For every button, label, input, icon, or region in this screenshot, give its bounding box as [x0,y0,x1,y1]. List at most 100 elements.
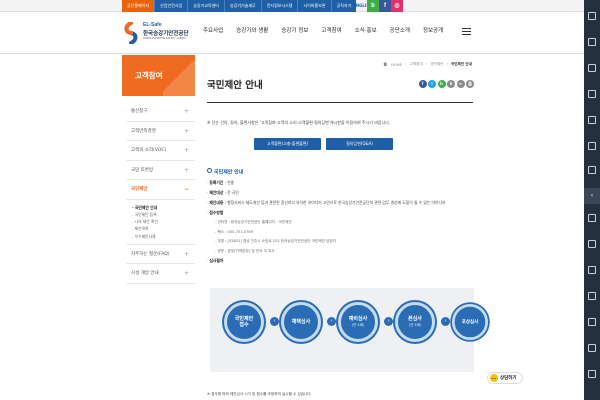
quick-menu-icon[interactable] [588,266,596,274]
section-heading: 국민제안 안내 [207,168,243,176]
info-row: · 제안대상 : 전 국민 [207,190,239,195]
quick-menu-icon[interactable] [588,90,596,98]
twitter-share-icon[interactable]: t [428,80,436,88]
kakao-share-icon[interactable]: k [447,80,455,88]
submenu-item[interactable]: 나의 제안 확인 [132,218,195,225]
process-step: 포상심사 [452,304,488,340]
logo-mark-icon [124,22,138,44]
breadcrumb-item[interactable]: 국민제안 [430,62,443,67]
chat-consult-button[interactable]: … 상담하기 [487,372,523,384]
main-navigation: 주요사업 승강기와 생활 승강기 정보 고객참여 소식·홍보 공단소개 정보공개 [203,26,456,34]
arrow-right-icon: › [270,317,279,326]
submenu-item[interactable]: 제안목록 [132,225,195,232]
logo-korean: 한국승강기안전공단 [143,31,189,37]
breadcrumb-sep: › [405,62,407,66]
method-item: - 인터넷 : 한국승강기안전공단 홈페이지 - 국민제안 [215,220,292,224]
sidebar-item[interactable]: 통신창구 + [126,102,195,122]
menu-icon[interactable] [462,28,471,35]
gnb-item[interactable]: 승강기와 생활 [236,26,268,34]
arrow-right-icon: › [441,317,450,326]
quick-menu-icon[interactable] [588,142,596,150]
quick-menu-icon[interactable] [588,116,596,124]
sidebar-item[interactable]: 고객의 소리(VOC) + [126,141,195,161]
breadcrumb-sep: › [425,62,428,66]
gnb-item[interactable]: 소식·홍보 [355,26,377,34]
submenu-item[interactable]: 국민제안 안내 [132,204,195,211]
review-process-diagram: 국민제안 접수 › 채택심사 › 예비심사 (연 4회) › 본심사 (연 4회… [210,288,488,372]
quick-menu-icon[interactable] [588,318,596,326]
facebook-share-icon[interactable]: f [418,80,427,88]
sidebar-item[interactable]: 고객만족경영 + [126,122,195,141]
submenu-item[interactable]: 우수제안사례 [132,233,195,240]
scroll-top-button[interactable]: ‹ [584,188,600,204]
quick-menu-icon[interactable] [588,214,596,222]
breadcrumb-sep: › [446,62,448,66]
plus-icon: + [183,147,189,154]
breadcrumb: HOME › 고객참여 › 국민제안 › 국민제안 안내 [360,62,472,67]
sidebar-item-active[interactable]: 국민제안 − [126,180,195,200]
submenu-item[interactable]: 국민제안 등록 [132,211,195,218]
plus-icon: + [183,108,189,115]
page-title: 국민제안 안내 [207,80,263,91]
process-footnote: ※ 경우에 따라 제안심사 시기 및 횟수를 조정하여 실시할 수 있습니다. [207,392,312,396]
print-icon[interactable]: ⎙ [466,80,474,88]
sns-links: b f ◎ [367,0,403,12]
gnb-item[interactable]: 고객참여 [321,26,341,34]
quick-menu-bar: ‹ [584,0,600,400]
quick-menu-icon[interactable] [588,240,596,248]
quick-menu-icon[interactable] [588,292,596,300]
method-item: - 팩스 : 055-751-0769 [215,229,254,234]
quick-menu-icon[interactable] [588,344,596,352]
method-item: - 우편 : [52851] 경남 진주시 소호로 102 한국승강기안전공단 … [215,239,336,244]
gnb-item[interactable]: 주요사업 [203,26,223,34]
title-divider [207,102,473,103]
link-copy-icon[interactable]: ∞ [456,80,465,88]
info-row: · 심사절차 [207,258,224,264]
arrow-right-icon: › [384,317,393,326]
quick-menu-icon[interactable] [588,370,596,378]
blog-share-icon[interactable]: b [437,80,446,88]
site-header: EL-Safe 한국승강기안전공단 KOREA ELEVATOR SAFETY … [0,12,584,54]
plus-icon: + [183,250,189,258]
gnb-item[interactable]: 공단소개 [390,26,410,34]
breadcrumb-home[interactable]: HOME [383,62,402,67]
complaint-board-button[interactable]: 고객불편(고충·불편불편) [254,138,321,150]
quick-menu-icon[interactable] [588,12,596,20]
quick-menu-icon[interactable] [588,64,596,72]
proposal-info: · 등록기간 : 연중 · 제안대상 : 전 국민 · 제안내용 : 행정서비스… [207,178,475,266]
method-item: - 방문 : 본부(지역본부) 및 전국 각 지사 [215,248,275,253]
util-link[interactable]: 산업안전사업 [154,0,188,12]
info-row: · 접수방법 [207,210,224,215]
util-link[interactable]: 사이버홍보관 [297,0,331,12]
minus-icon: − [183,186,189,193]
breadcrumb-current: 국민제안 안내 [450,62,472,66]
sidebar-item[interactable]: 자주하는 질문(FAQ) + [126,245,195,265]
instagram-icon[interactable]: ◎ [391,0,403,12]
sidebar-title: 고객참여 [122,55,195,96]
qna-board-button[interactable]: 질의답변(Q&A) [326,138,393,150]
breadcrumb-item[interactable]: 고객참여 [410,62,423,67]
util-link[interactable]: 승강기기술세무 [223,0,261,12]
util-link[interactable]: 공단홈페이지 [122,0,155,12]
sidebar-submenu: 국민제안 안내 국민제안 등록 나의 제안 확인 제안목록 우수제안사례 [126,200,195,245]
process-step: 본심사 (연 4회) [395,302,435,342]
blog-icon[interactable]: b [367,0,379,12]
gnb-item[interactable]: 승강기 정보 [281,26,308,34]
process-step: 채택심사 [281,302,321,342]
sidebar-item[interactable]: 시설 개방 안내 + [126,264,195,284]
sidebar-item[interactable]: 국민 토론방 + [126,161,195,180]
plus-icon: + [183,127,189,135]
util-link[interactable]: 전자정보시스템 [260,0,298,12]
process-step: 국민제안 접수 [224,302,264,342]
gnb-item[interactable]: 정보공개 [423,26,443,34]
arrow-right-icon: › [327,317,336,326]
quick-menu-icon[interactable] [588,38,596,46]
intro-notice: ※ 단순 건의, 질의, 불편사항은 '고객참여-고객의 소리-고객불편·질의답… [207,120,391,125]
site-logo[interactable]: EL-Safe 한국승강기안전공단 KOREA ELEVATOR SAFETY … [122,20,194,48]
sidebar-menu: 통신창구 + 고객만족경영 + 고객의 소리(VOC) + 국민 토론방 + 국민제안 −… [126,102,195,284]
process-step: 예비심사 (연 4회) [338,302,378,342]
facebook-icon[interactable]: f [379,0,391,12]
util-link[interactable]: 승강기교육센터 [187,0,224,12]
logo-english: EL-Safe [143,22,162,28]
quick-menu-icon[interactable] [588,166,596,174]
